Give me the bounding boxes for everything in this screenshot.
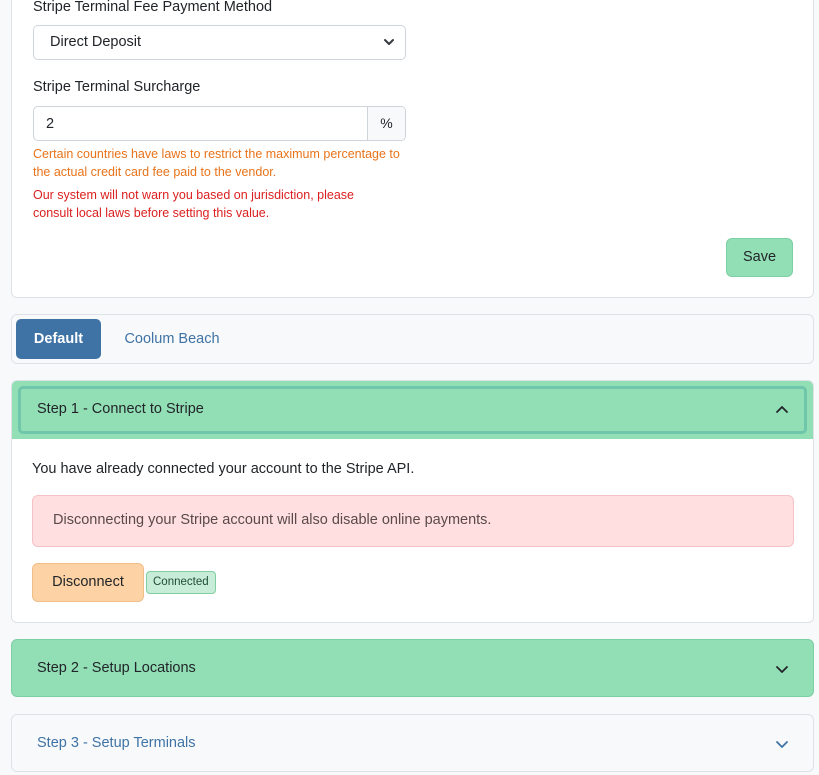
tab-default[interactable]: Default	[16, 319, 101, 359]
step3-title: Step 3 - Setup Terminals	[37, 735, 196, 751]
surcharge-help-jurisdiction: Our system will not warn you based on ju…	[33, 188, 354, 220]
chevron-up-icon	[776, 406, 788, 413]
stripe-connected-message: You have already connected your account …	[32, 461, 415, 477]
disconnect-button[interactable]: Disconnect	[32, 563, 144, 602]
disconnect-warning-text: Disconnecting your Stripe account will a…	[53, 512, 492, 528]
step1-accordion-header[interactable]: Step 1 - Connect to Stripe	[12, 381, 813, 439]
chevron-down-icon	[384, 39, 394, 45]
surcharge-input[interactable]: 2	[46, 116, 54, 132]
step2-accordion-header[interactable]: Step 2 - Setup Locations	[11, 639, 814, 697]
terminal-settings-card: Stripe Terminal Fee Payment Method Direc…	[11, 0, 814, 298]
disconnect-warning-alert: Disconnecting your Stripe account will a…	[32, 495, 794, 547]
status-badge: Connected	[146, 571, 216, 594]
fee-method-value: Direct Deposit	[50, 34, 142, 50]
page: Stripe Terminal Fee Payment Method Direc…	[0, 0, 819, 775]
step2-title: Step 2 - Setup Locations	[37, 660, 196, 676]
tab-coolum-beach[interactable]: Coolum Beach	[110, 319, 234, 359]
chevron-down-icon	[776, 666, 788, 673]
step1-accordion: Step 1 - Connect to Stripe You have alre…	[11, 380, 814, 623]
chevron-down-icon	[776, 741, 788, 748]
step1-title: Step 1 - Connect to Stripe	[37, 401, 204, 417]
percent-addon: %	[367, 107, 405, 140]
surcharge-help-warning: Certain countries have laws to restrict …	[33, 147, 400, 179]
surcharge-input-group[interactable]: 2 %	[33, 106, 406, 141]
fee-method-label: Stripe Terminal Fee Payment Method	[33, 0, 273, 15]
location-tabs: Default Coolum Beach	[11, 314, 814, 364]
fee-method-select[interactable]: Direct Deposit	[33, 25, 406, 60]
surcharge-label: Stripe Terminal Surcharge	[33, 79, 201, 95]
save-button[interactable]: Save	[726, 238, 793, 277]
step3-accordion-header[interactable]: Step 3 - Setup Terminals	[11, 714, 814, 772]
